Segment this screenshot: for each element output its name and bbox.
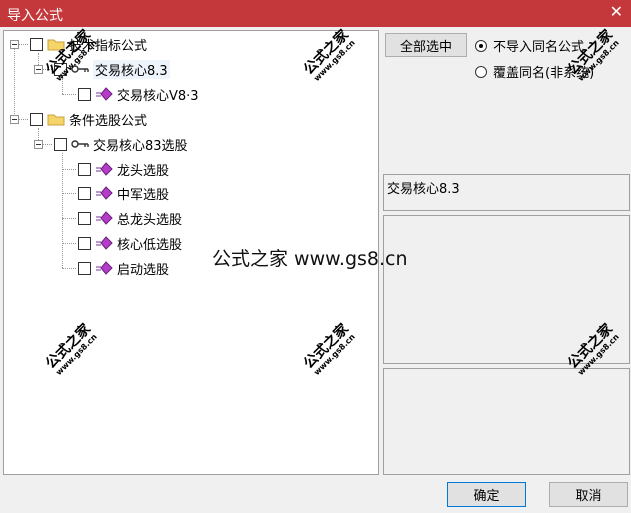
tree-node-trade-core-screen[interactable]: 交易核心83选股 [54,134,188,154]
checkbox[interactable] [30,37,43,51]
checkbox[interactable] [78,186,91,200]
tree-node-label: 交易核心83选股 [93,138,188,154]
select-all-button[interactable]: 全部选中 [385,33,467,57]
tree-node-label: 交易核心8.3 [93,59,170,79]
formula-gem-icon [96,211,113,225]
formula-gem-icon [96,87,113,101]
tree-node-label: 中军选股 [117,187,170,203]
collapse-icon[interactable] [10,115,19,124]
title-bar: 导入公式 ✕ [0,0,631,27]
checkbox[interactable] [54,137,67,151]
radio-dot[interactable] [475,65,487,78]
tree-node-label: 总龙头选股 [117,212,183,228]
collapse-icon[interactable] [34,65,43,74]
collapse-icon[interactable] [10,40,19,49]
tree-node-label: 启动选股 [117,262,170,278]
window-title: 导入公式 [7,8,63,24]
key-icon [71,140,89,148]
tree-node-label: 核心低选股 [117,237,183,253]
checkbox[interactable] [30,112,43,126]
formula-gem-icon [96,186,113,200]
close-icon[interactable]: ✕ [610,3,623,21]
formula-name: 交易核心8.3 [387,182,460,197]
tree-node-item[interactable]: 启动选股 [78,258,169,278]
checkbox[interactable] [78,87,91,101]
tree-node-label: 龙头选股 [117,163,170,179]
radio-label: 不导入同名公式 [493,40,585,55]
formula-gem-icon [96,162,113,176]
checkbox[interactable] [78,261,91,275]
formula-notes-panel [383,368,630,475]
tree-node-item[interactable]: 总龙头选股 [78,208,182,228]
formula-gem-icon [96,261,113,275]
radio-skip-duplicates[interactable]: 不导入同名公式 [475,36,584,55]
tree-node-label: 条件选股公式 [69,113,148,129]
radio-dot[interactable] [475,39,487,52]
formula-gem-icon [96,236,113,250]
folder-icon [47,114,65,126]
checkbox[interactable] [78,162,91,176]
tree-node-screening-formulas[interactable]: 条件选股公式 [30,109,147,129]
checkbox[interactable] [78,236,91,250]
ok-button[interactable]: 确定 [447,482,526,507]
cancel-button[interactable]: 取消 [549,482,628,507]
tree-node-item[interactable]: 交易核心V8·3 [78,84,199,104]
center-watermark: 公式之家 www.gs8.cn [212,248,408,270]
tree-node-item[interactable]: 中军选股 [78,183,169,203]
collapse-icon[interactable] [34,140,43,149]
tree-node-item[interactable]: 核心低选股 [78,233,182,253]
checkbox[interactable] [78,211,91,225]
tree-node-item[interactable]: 龙头选股 [78,159,169,179]
formula-name-panel: 交易核心8.3 [383,174,630,211]
tree-node-label: 交易核心V8·3 [117,88,199,104]
